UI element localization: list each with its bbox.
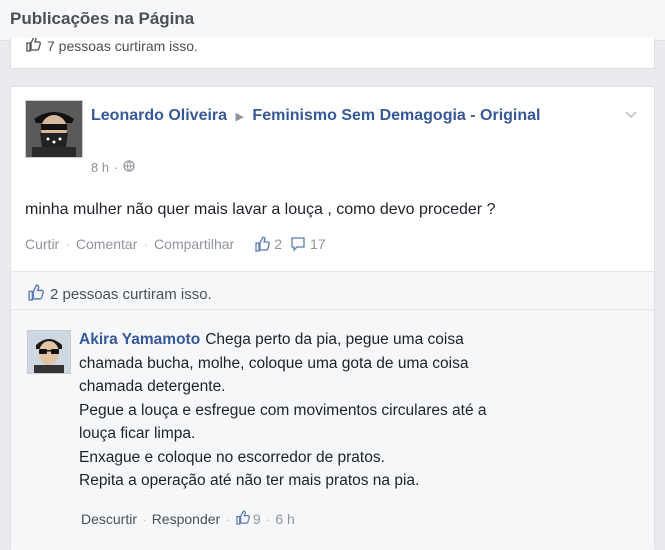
comment-count: 17 [309, 236, 326, 252]
comment-time[interactable]: 6 h [275, 511, 294, 527]
post-time[interactable]: 8 h [91, 160, 109, 175]
likes-summary-text: 2 pessoas curtiram isso. [50, 286, 212, 303]
previous-post-footer: 7 pessoas curtiram isso. [10, 38, 655, 69]
comment-body: Akira Yamamoto Chega perto da pia, pegue … [79, 328, 639, 493]
triangle-arrow-icon: ▶ [235, 111, 244, 123]
top-bar: Publicações na Página [0, 0, 665, 41]
post-card: Leonardo Oliveira ▶ Feminismo Sem Demago… [10, 86, 655, 550]
comment-line: Repita a operação até não ter mais prato… [79, 472, 420, 489]
comment-line: chamada bucha, molhe, coloque uma gota d… [79, 354, 469, 372]
share-button[interactable]: Compartilhar [154, 236, 234, 252]
like-button[interactable]: Curtir [25, 236, 59, 252]
thumbs-up-icon [27, 284, 44, 305]
comment-line: Chega perto da pia, pegue uma coisa [205, 331, 464, 348]
likes-summary[interactable]: 2 pessoas curtiram isso. [27, 284, 212, 305]
author-name-link[interactable]: Leonardo Oliveira [91, 107, 227, 124]
likes-summary-bar: 2 pessoas curtiram isso. [11, 271, 654, 310]
thumbs-up-icon [254, 236, 271, 252]
chevron-down-icon[interactable] [622, 105, 640, 123]
comment-icon [290, 236, 306, 252]
post-header: Leonardo Oliveira ▶ Feminismo Sem Demago… [91, 104, 561, 129]
comment-line: Pegue a louça e esfregue com movimentos … [79, 401, 487, 419]
comment-like-count[interactable]: 9 [253, 511, 261, 527]
post-actions: Curtir · Comentar · Compartilhar 2 17 [25, 236, 326, 252]
post-meta: 8 h · [91, 160, 136, 175]
commenter-avatar[interactable] [27, 330, 71, 374]
post-counts[interactable]: 2 17 [254, 236, 326, 252]
author-avatar[interactable] [25, 100, 83, 158]
previous-post-likes[interactable]: 7 pessoas curtiram isso. [25, 38, 198, 55]
unlike-button[interactable]: Descurtir [81, 511, 137, 527]
previous-post-likes-text: 7 pessoas curtiram isso. [47, 38, 198, 54]
like-count: 2 [274, 236, 282, 252]
comment-line: Enxague e coloque no escorredor de prato… [79, 448, 385, 466]
commenter-name-link[interactable]: Akira Yamamoto [79, 331, 200, 348]
comment-button[interactable]: Comentar [76, 236, 137, 252]
post-text: minha mulher não quer mais lavar a louça… [25, 201, 496, 218]
comment-line: louça ficar limpa. [79, 425, 196, 442]
page-name-link[interactable]: Feminismo Sem Demagogia - Original [252, 107, 540, 124]
reply-button[interactable]: Responder [152, 511, 221, 527]
globe-icon [123, 160, 136, 175]
thumbs-up-icon [25, 38, 41, 55]
thumbs-up-icon [235, 510, 250, 528]
comment-line: chamada detergente. [79, 378, 226, 395]
comment-actions: Descurtir · Responder · 9 · 6 h [81, 510, 295, 528]
page-title: Publicações na Página [10, 9, 195, 28]
comment: Akira Yamamoto Chega perto da pia, pegue … [11, 309, 654, 550]
